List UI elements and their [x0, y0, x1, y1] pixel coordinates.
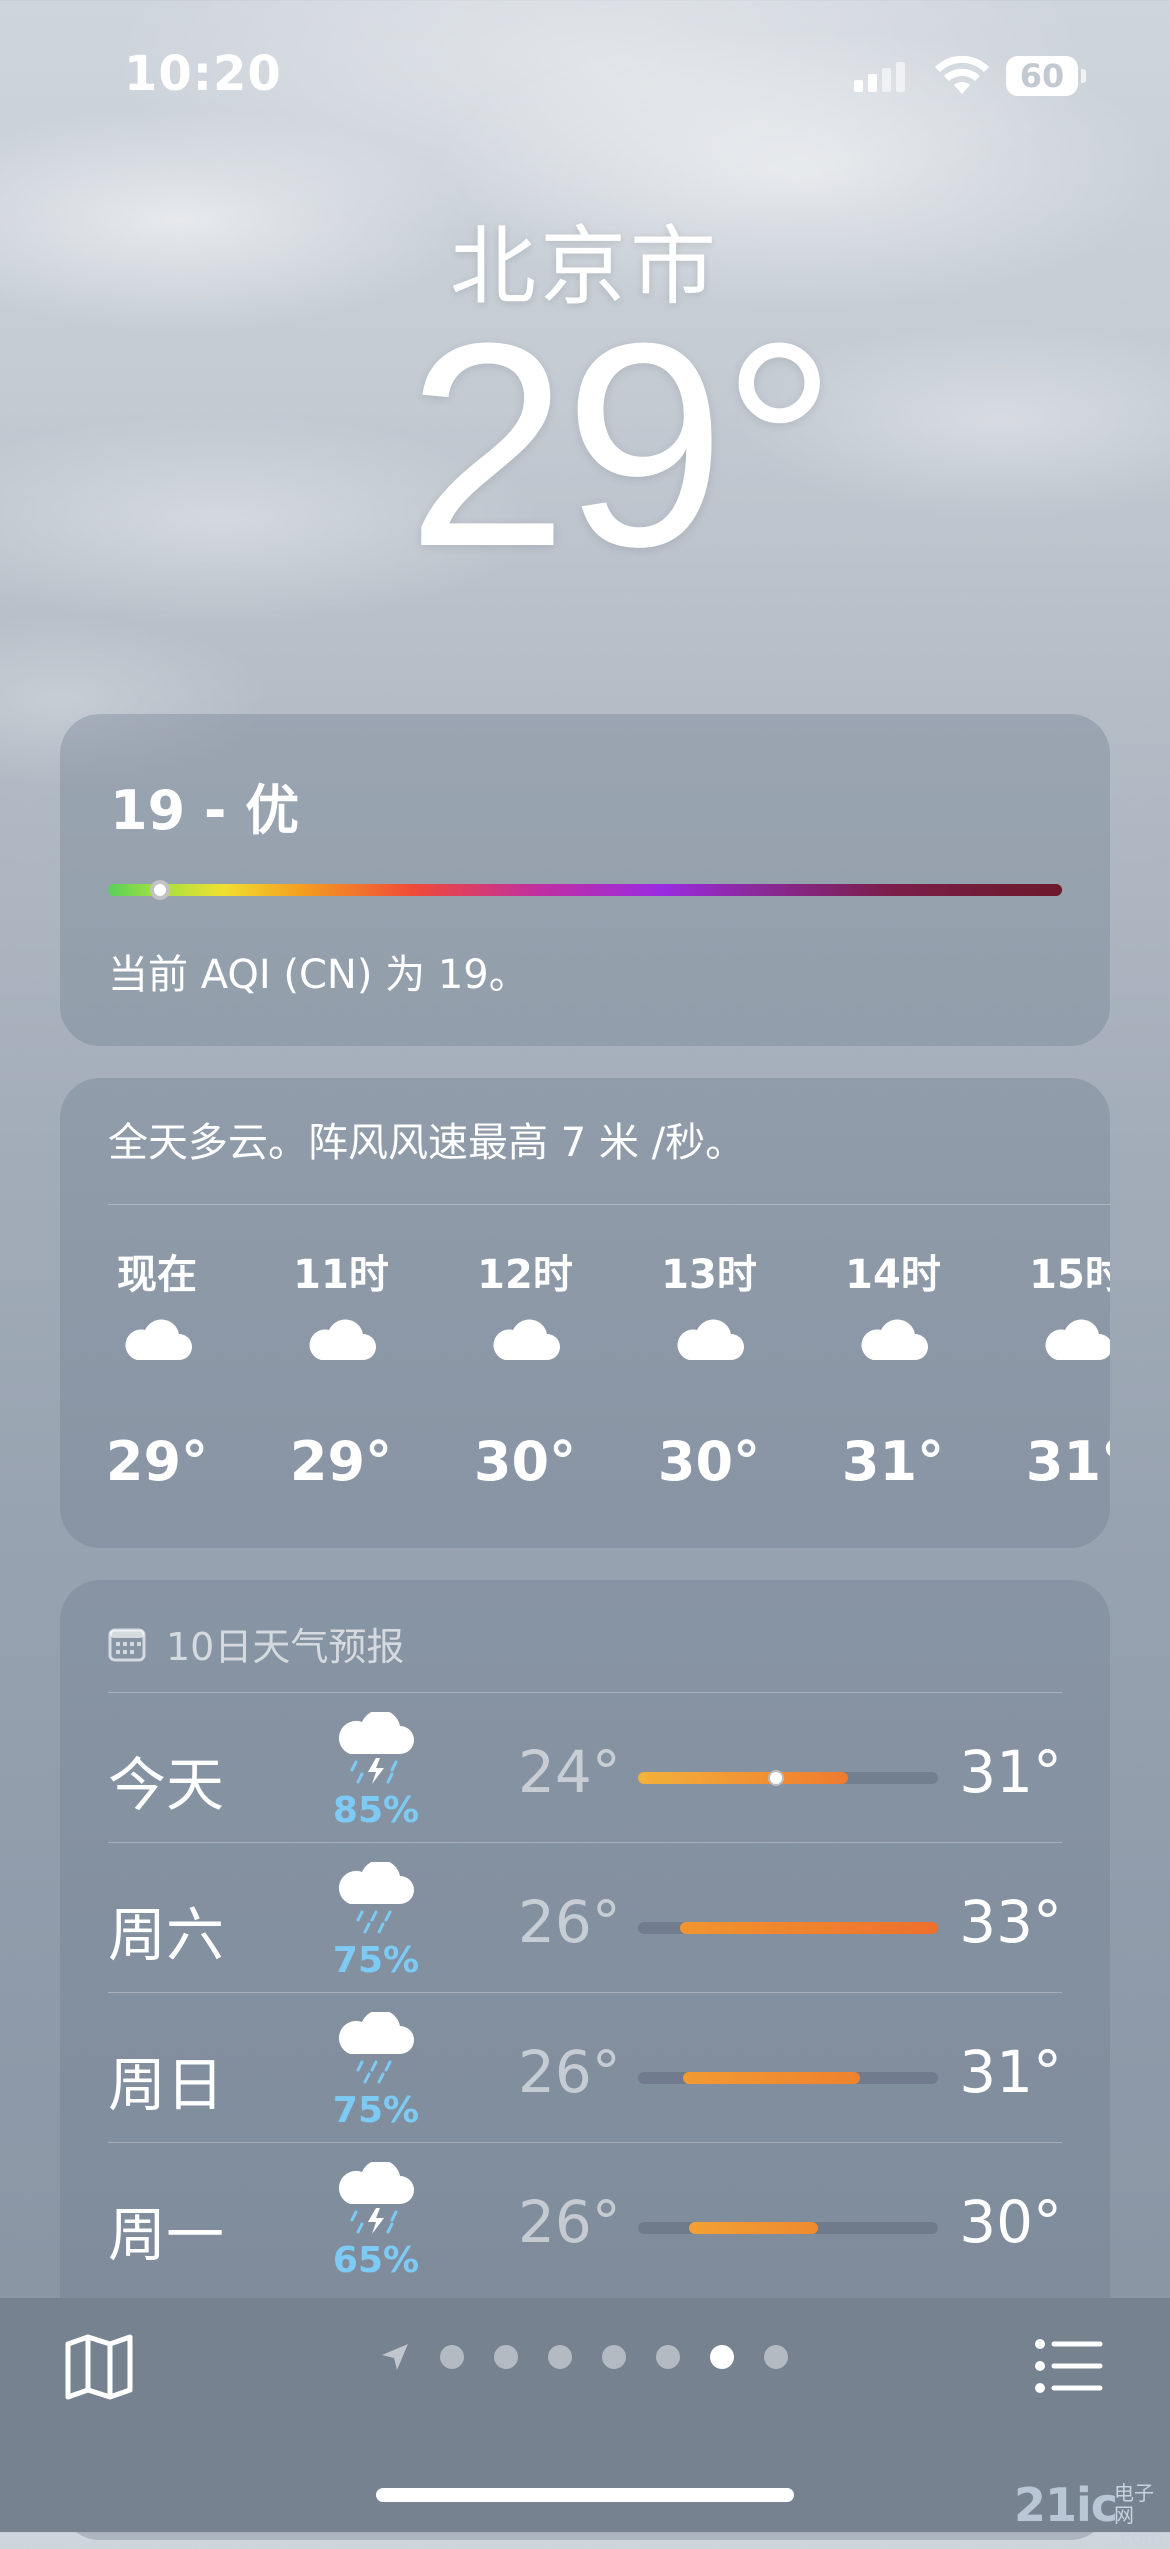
temp-range-track: [638, 2222, 938, 2234]
cloud-icon: [985, 1318, 1110, 1418]
home-indicator[interactable]: [376, 2488, 794, 2502]
temp-range-fill: [680, 1922, 938, 1934]
thunderstorm-icon: [338, 1712, 414, 1784]
location-arrow-icon: [382, 2344, 408, 2370]
cloud-icon: [801, 1318, 985, 1418]
low-temp: 24°: [518, 1738, 621, 1806]
cloud-icon: [433, 1318, 617, 1418]
cloud-icon: [65, 1318, 249, 1418]
current-temp-marker: [768, 1770, 784, 1786]
precip-chance: 85%: [332, 1790, 420, 1831]
hour-temp: 29°: [289, 1430, 393, 1493]
daily-header-label: 10日天气预报: [166, 1625, 405, 1669]
precip-chance: 75%: [332, 1940, 420, 1981]
day-row[interactable]: 周日 75% 26° 31°: [108, 1998, 1062, 2148]
current-temperature: 29°: [406, 283, 838, 607]
calendar-icon: [108, 1628, 146, 1661]
temp-range-track: [638, 1922, 938, 1934]
aqi-card[interactable]: 19 - 优 当前 AQI (CN) 为 19。: [60, 714, 1110, 1046]
hour-temp: 30°: [473, 1430, 577, 1493]
cloud-icon: [249, 1318, 433, 1418]
divider: [108, 1842, 1062, 1843]
high-temp: 33°: [959, 1888, 1062, 1956]
map-icon[interactable]: [64, 2334, 134, 2400]
temp-range-fill: [683, 2072, 860, 2084]
hourly-forecast-card[interactable]: 全天多云。阵风风速最高 7 米 /秒。 现在 29° 11时 29° 12时 3…: [60, 1078, 1110, 1548]
daily-header: 10日天气预报: [108, 1616, 404, 1671]
hourly-summary: 全天多云。阵风风速最高 7 米 /秒。: [108, 1120, 746, 1166]
aqi-description: 当前 AQI (CN) 为 19。: [108, 952, 529, 998]
cellular-signal-icon: [854, 60, 905, 92]
rain-icon: [338, 1862, 414, 1934]
hour-temp: 30°: [657, 1430, 761, 1493]
low-temp: 26°: [518, 2188, 621, 2256]
hour-temp: 31°: [841, 1430, 945, 1493]
thunderstorm-icon: [338, 2162, 414, 2234]
page-dot[interactable]: [764, 2345, 788, 2369]
page-dot[interactable]: [440, 2345, 464, 2369]
day-name: 周一: [108, 2201, 225, 2269]
day-row[interactable]: 周六 75% 26° 33°: [108, 1848, 1062, 1998]
temp-range-fill: [638, 1772, 848, 1784]
day-name: 周六: [108, 1901, 225, 1969]
page-dot-active[interactable]: [710, 2345, 734, 2369]
high-temp: 30°: [959, 2188, 1062, 2256]
divider: [108, 1992, 1062, 1993]
high-temp: 31°: [959, 2038, 1062, 2106]
day-name: 周日: [108, 2051, 225, 2119]
hour-temp: 31°: [1025, 1430, 1110, 1493]
temp-range-fill: [689, 2222, 818, 2234]
page-dot[interactable]: [548, 2345, 572, 2369]
hour-label: 13时: [661, 1252, 757, 1298]
divider: [108, 2142, 1062, 2143]
aqi-value: 19 - 优: [110, 779, 300, 842]
hour-label: 14时: [845, 1252, 941, 1298]
precip-chance: 75%: [332, 2090, 420, 2131]
hour-temp: 29°: [105, 1430, 209, 1493]
hour-item: 15时 31°: [1026, 1242, 1110, 1493]
day-row[interactable]: 今天 85% 24° 31°: [108, 1698, 1062, 1848]
precip-chance: 65%: [332, 2240, 420, 2281]
page-dot[interactable]: [602, 2345, 626, 2369]
day-row[interactable]: 周一 65% 26° 30°: [108, 2148, 1062, 2298]
wifi-icon: [935, 56, 989, 94]
divider: [108, 1204, 1110, 1205]
page-dot[interactable]: [494, 2345, 518, 2369]
watermark-logo: 21ic 电子网 .com: [1014, 2478, 1163, 2548]
aqi-gradient-bar: [108, 884, 1062, 896]
hour-label: 现在: [117, 1252, 197, 1298]
hour-label: 11时: [293, 1252, 389, 1298]
status-bar: 10:20 60: [0, 46, 1170, 106]
page-indicator[interactable]: [380, 2342, 788, 2372]
cloud-icon: [617, 1318, 801, 1418]
temp-range-track: [638, 1770, 938, 1786]
rain-icon: [338, 2012, 414, 2084]
list-icon[interactable]: [1034, 2338, 1104, 2394]
hour-label: 12时: [477, 1252, 573, 1298]
day-name: 今天: [108, 1751, 225, 1819]
status-time: 10:20: [124, 46, 282, 102]
battery-icon: 60: [1006, 56, 1086, 96]
aqi-indicator: [150, 880, 170, 900]
low-temp: 26°: [518, 1888, 621, 1956]
hour-label: 15时: [1029, 1252, 1110, 1298]
low-temp: 26°: [518, 2038, 621, 2106]
page-dot[interactable]: [656, 2345, 680, 2369]
temp-range-track: [638, 2072, 938, 2084]
hourly-list[interactable]: 现在 29° 11时 29° 12时 30° 13时 30° 14时 31° 1…: [106, 1242, 1110, 1493]
high-temp: 31°: [959, 1738, 1062, 1806]
watermark-sub: 电子网 .com: [1114, 2481, 1164, 2549]
divider: [108, 1692, 1062, 1693]
watermark-brand: 21ic: [1014, 2478, 1118, 2532]
